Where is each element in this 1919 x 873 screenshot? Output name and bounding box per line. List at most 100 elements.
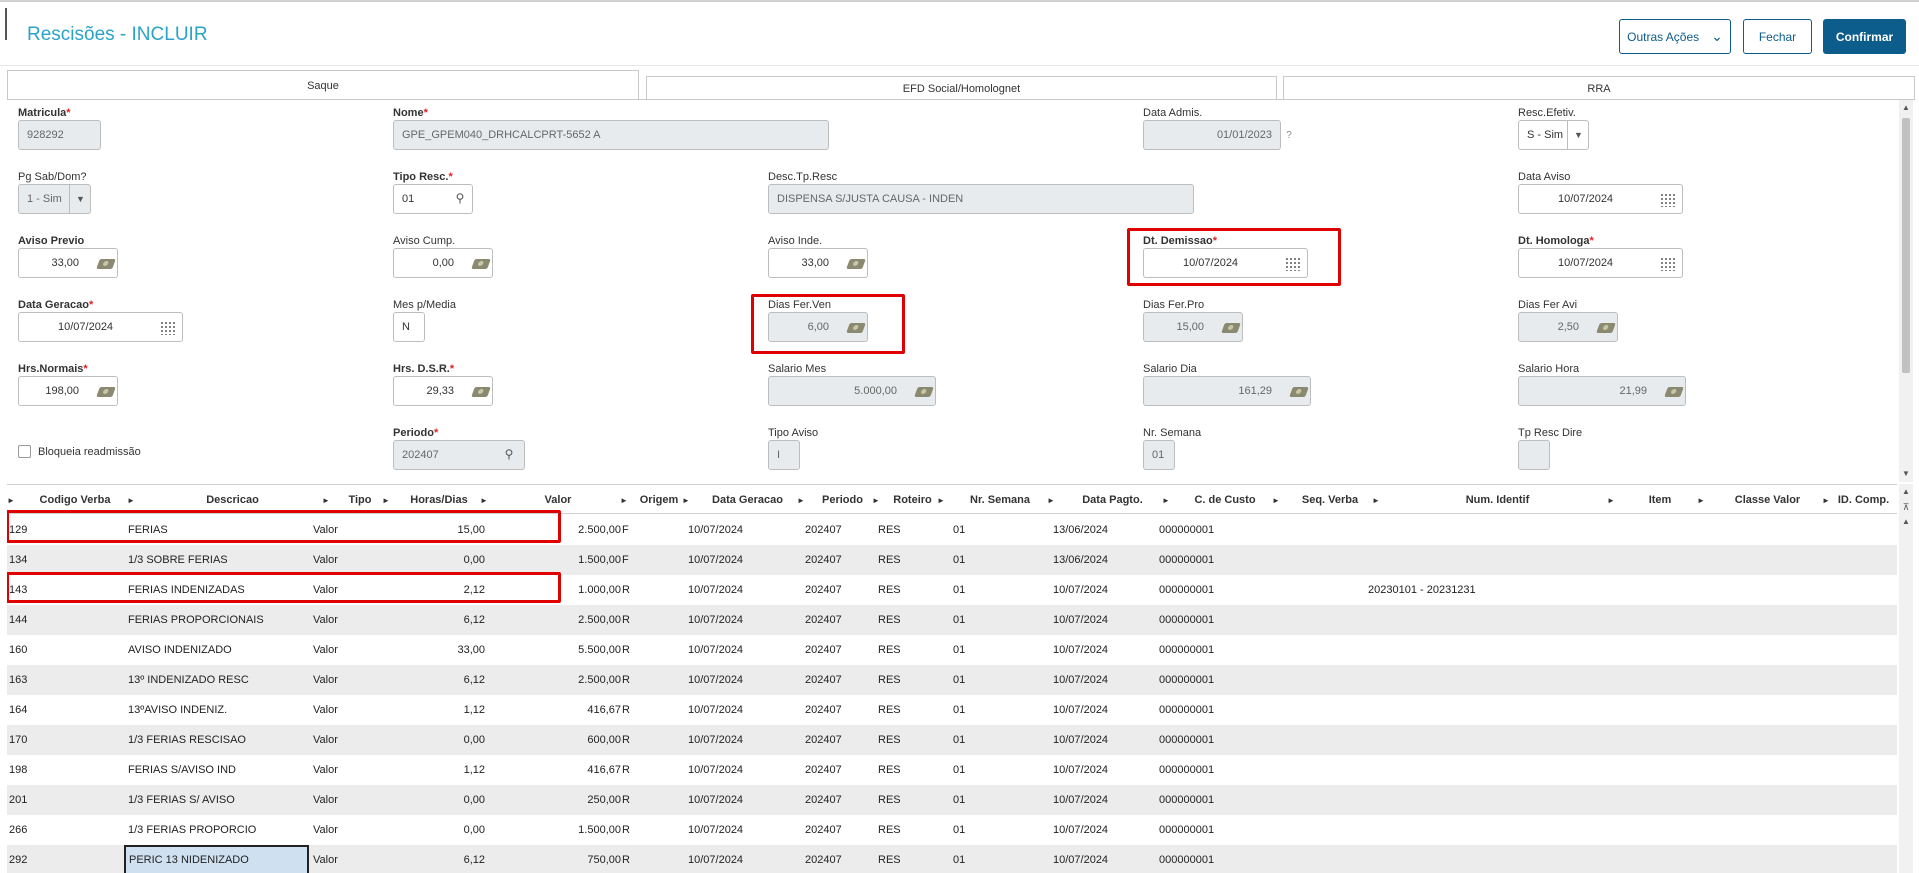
cell-centro-custo[interactable]: 000000001	[1159, 575, 1259, 605]
cell-num-identif[interactable]	[1368, 755, 1568, 785]
table-row[interactable]: 134 1/3 SOBRE FERIAS Valor 0,00 1.500,00 F 10/…	[7, 545, 1897, 575]
dt-demissao-field[interactable]: 10/07/2024	[1143, 248, 1308, 278]
cell-periodo[interactable]: 202407	[805, 545, 875, 575]
column-header-classe-valor[interactable]: ► Classe Valor	[1697, 485, 1830, 515]
column-header-nr-semana[interactable]: ► Nr. Semana	[937, 485, 1055, 515]
column-header-data-pagto[interactable]: ► Data Pagto.	[1047, 485, 1170, 515]
cell-codigo[interactable]: 292	[9, 845, 119, 873]
cell-data-geracao[interactable]: 10/07/2024	[688, 605, 788, 635]
cell-codigo[interactable]: 160	[9, 635, 119, 665]
cell-nr-semana[interactable]: 01	[953, 515, 1013, 545]
cell-horas-dias[interactable]: 1,12	[373, 695, 485, 725]
cell-roteiro[interactable]: RES	[878, 695, 938, 725]
column-header-codigo-verba[interactable]: ► Codigo Verba	[7, 485, 135, 515]
cell-periodo[interactable]: 202407	[805, 515, 875, 545]
column-header-id-comp[interactable]: ► ID. Comp.	[1822, 485, 1897, 515]
matricula-field[interactable]: 928292	[18, 120, 101, 150]
bloqueia-readmissao-checkbox[interactable]	[18, 445, 31, 458]
cell-origem[interactable]: R	[622, 665, 662, 695]
cell-periodo[interactable]: 202407	[805, 845, 875, 873]
cell-data-pagto[interactable]: 10/07/2024	[1053, 815, 1153, 845]
cell-centro-custo[interactable]: 000000001	[1159, 515, 1259, 545]
cell-horas-dias[interactable]: 33,00	[373, 635, 485, 665]
scrollbar-thumb[interactable]	[1902, 118, 1910, 373]
tp-resc-dire-field[interactable]	[1518, 440, 1550, 470]
cell-codigo[interactable]: 143	[9, 575, 119, 605]
table-row[interactable]: 164 13ºAVISO INDENIZ. Valor 1,12 416,67 R 10/0…	[7, 695, 1897, 725]
cell-origem[interactable]: R	[622, 635, 662, 665]
cell-data-geracao[interactable]: 10/07/2024	[688, 695, 788, 725]
cell-roteiro[interactable]: RES	[878, 515, 938, 545]
column-header-centro-custo[interactable]: ► C. de Custo	[1162, 485, 1280, 515]
cell-codigo[interactable]: 163	[9, 665, 119, 695]
cell-data-geracao[interactable]: 10/07/2024	[688, 665, 788, 695]
arrow-down-icon[interactable]: ▼	[1900, 468, 1912, 478]
cell-codigo[interactable]: 129	[9, 515, 119, 545]
table-row[interactable]: 143 FERIAS INDENIZADAS Valor 2,12 1.000,00 R 1…	[7, 575, 1897, 605]
column-header-descricao[interactable]: ► Descricao	[127, 485, 330, 515]
cell-centro-custo[interactable]: 000000001	[1159, 665, 1259, 695]
cell-num-identif[interactable]	[1368, 665, 1568, 695]
cell-origem[interactable]: R	[622, 725, 662, 755]
cell-descricao[interactable]: 1/3 FERIAS PROPORCIO	[128, 815, 318, 845]
cell-data-pagto[interactable]: 10/07/2024	[1053, 635, 1153, 665]
cell-periodo[interactable]: 202407	[805, 755, 875, 785]
cell-centro-custo[interactable]: 000000001	[1159, 725, 1259, 755]
cell-seq-verba[interactable]	[1277, 605, 1367, 635]
cell-data-pagto[interactable]: 10/07/2024	[1053, 845, 1153, 873]
cell-origem[interactable]: R	[622, 755, 662, 785]
cell-seq-verba[interactable]	[1277, 515, 1367, 545]
cell-valor[interactable]: 600,00	[485, 725, 621, 755]
cell-data-geracao[interactable]: 10/07/2024	[688, 545, 788, 575]
cell-tipo[interactable]: Valor	[313, 815, 373, 845]
cell-seq-verba[interactable]	[1277, 725, 1367, 755]
cell-origem[interactable]: F	[622, 545, 662, 575]
cell-seq-verba[interactable]	[1277, 755, 1367, 785]
page-top-icon[interactable]: ⊼	[1900, 500, 1912, 514]
cell-data-pagto[interactable]: 10/07/2024	[1053, 755, 1153, 785]
cell-num-identif[interactable]	[1368, 515, 1568, 545]
cell-valor[interactable]: 416,67	[485, 755, 621, 785]
cell-valor[interactable]: 1.000,00	[485, 575, 621, 605]
cell-num-identif[interactable]	[1368, 695, 1568, 725]
cell-horas-dias[interactable]: 0,00	[373, 545, 485, 575]
cell-nr-semana[interactable]: 01	[953, 635, 1013, 665]
cell-periodo[interactable]: 202407	[805, 575, 875, 605]
cell-valor[interactable]: 416,67	[485, 695, 621, 725]
cell-descricao[interactable]: FERIAS PROPORCIONAIS	[128, 605, 318, 635]
cell-centro-custo[interactable]: 000000001	[1159, 785, 1259, 815]
cell-tipo[interactable]: Valor	[313, 635, 373, 665]
table-row[interactable]: 160 AVISO INDENIZADO Valor 33,00 5.500,00 R 10…	[7, 635, 1897, 665]
cell-periodo[interactable]: 202407	[805, 815, 875, 845]
cell-data-pagto[interactable]: 10/07/2024	[1053, 605, 1153, 635]
column-header-horas-dias[interactable]: ► Horas/Dias	[382, 485, 488, 515]
cell-origem[interactable]: R	[622, 575, 662, 605]
cell-data-geracao[interactable]: 10/07/2024	[688, 725, 788, 755]
tab-rra[interactable]: RRA	[1283, 76, 1915, 100]
calendar-icon[interactable]	[1285, 257, 1301, 271]
cell-data-geracao[interactable]: 10/07/2024	[688, 815, 788, 845]
cell-nr-semana[interactable]: 01	[953, 815, 1013, 845]
cell-origem[interactable]: R	[622, 815, 662, 845]
cell-valor[interactable]: 750,00	[485, 845, 621, 873]
cell-roteiro[interactable]: RES	[878, 755, 938, 785]
desc-tp-resc-field[interactable]: DISPENSA S/JUSTA CAUSA - INDEN	[768, 184, 1194, 214]
cell-nr-semana[interactable]: 01	[953, 785, 1013, 815]
cell-origem[interactable]: R	[622, 785, 662, 815]
arrow-up-icon[interactable]: ▲	[1900, 486, 1912, 496]
cell-seq-verba[interactable]	[1277, 635, 1367, 665]
grid-scrollbar[interactable]: ▲ ⊼ ▲	[1899, 484, 1913, 873]
table-row[interactable]: 198 FERIAS S/AVISO IND Valor 1,12 416,67 R 10/…	[7, 755, 1897, 785]
cell-roteiro[interactable]: RES	[878, 635, 938, 665]
cell-tipo[interactable]: Valor	[313, 605, 373, 635]
cell-data-geracao[interactable]: 10/07/2024	[688, 785, 788, 815]
table-row[interactable]: 144 FERIAS PROPORCIONAIS Valor 6,12 2.500,00…	[7, 605, 1897, 635]
cell-codigo[interactable]: 170	[9, 725, 119, 755]
cell-roteiro[interactable]: RES	[878, 785, 938, 815]
cell-valor[interactable]: 2.500,00	[485, 665, 621, 695]
cell-horas-dias[interactable]: 6,12	[373, 605, 485, 635]
cell-tipo[interactable]: Valor	[313, 665, 373, 695]
cell-nr-semana[interactable]: 01	[953, 575, 1013, 605]
column-header-item[interactable]: ► Item	[1607, 485, 1705, 515]
cell-descricao[interactable]: 13ºAVISO INDENIZ.	[128, 695, 318, 725]
